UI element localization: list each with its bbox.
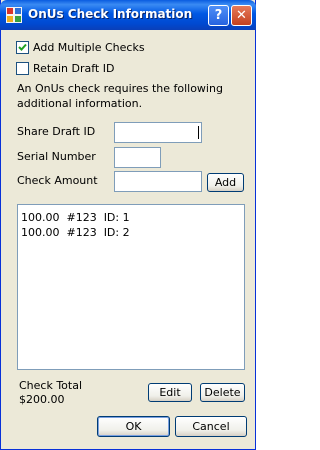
retain-draft-checkbox[interactable] xyxy=(16,62,29,75)
help-button[interactable]: ? xyxy=(208,5,229,26)
add-button[interactable]: Add xyxy=(207,173,244,192)
add-multiple-label[interactable]: Add Multiple Checks xyxy=(33,41,145,54)
delete-button[interactable]: Delete xyxy=(200,383,245,402)
ok-button[interactable]: OK xyxy=(97,416,170,437)
check-total-label: Check Total xyxy=(19,379,83,392)
serial-number-label: Serial Number xyxy=(17,150,96,163)
share-draft-label: Share Draft ID xyxy=(17,125,96,138)
edit-button[interactable]: Edit xyxy=(148,383,192,402)
check-amount-label: Check Amount xyxy=(17,174,98,187)
list-item[interactable]: 100.00 #123 ID: 2 xyxy=(21,226,130,239)
close-button[interactable]: ✕ xyxy=(231,5,252,26)
info-text-line1: An OnUs check requires the following xyxy=(17,82,223,95)
window-title: OnUs Check Information xyxy=(28,7,193,21)
serial-number-input[interactable] xyxy=(114,147,161,168)
checkmark-icon xyxy=(18,43,27,51)
check-total-value: $200.00 xyxy=(19,393,65,406)
add-multiple-checkbox[interactable] xyxy=(16,41,29,54)
dialog-window: OnUs Check Information ? ✕ Add Multiple … xyxy=(0,0,256,450)
app-icon xyxy=(6,7,22,23)
title-bar: OnUs Check Information ? ✕ xyxy=(0,0,256,30)
checks-listbox[interactable]: 100.00 #123 ID: 1 100.00 #123 ID: 2 xyxy=(17,204,245,370)
share-draft-input[interactable] xyxy=(114,122,202,143)
check-amount-input[interactable] xyxy=(114,171,202,192)
retain-draft-label[interactable]: Retain Draft ID xyxy=(33,62,114,75)
cancel-button[interactable]: Cancel xyxy=(175,416,247,437)
text-cursor xyxy=(198,126,199,139)
info-text-line2: additional information. xyxy=(17,97,143,110)
list-item[interactable]: 100.00 #123 ID: 1 xyxy=(21,211,130,224)
